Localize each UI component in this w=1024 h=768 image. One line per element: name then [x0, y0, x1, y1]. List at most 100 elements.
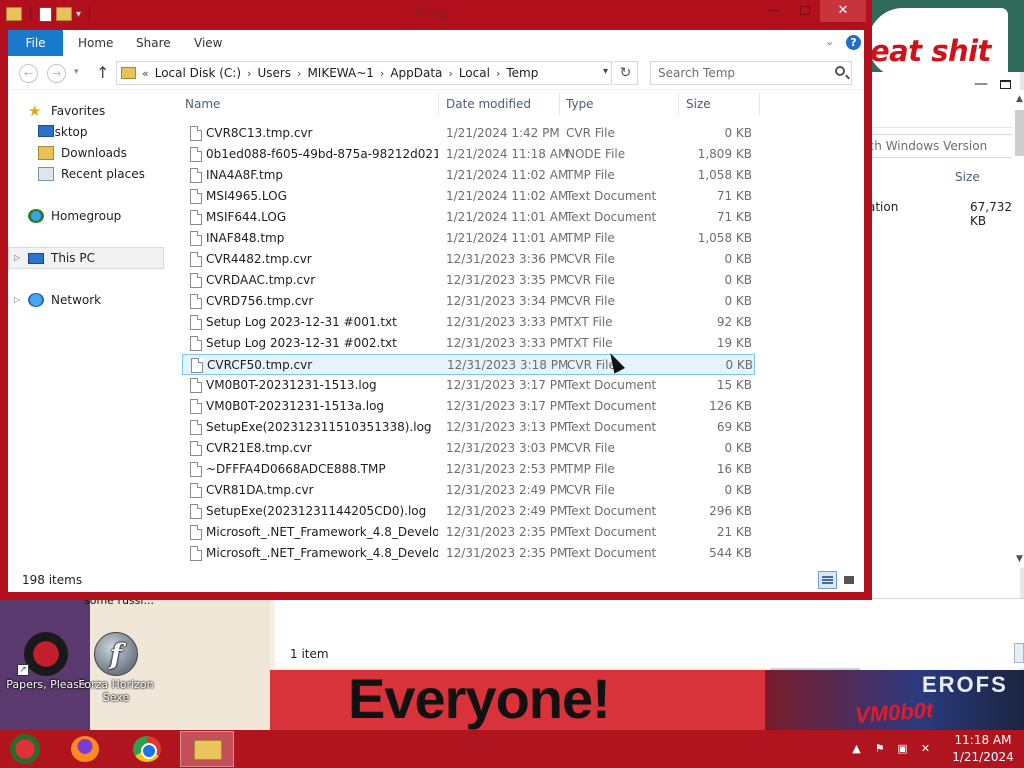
- column-header-date[interactable]: Date modified: [446, 97, 531, 111]
- table-row[interactable]: CVR8C13.tmp.cvr 1/21/2024 1:42 PM CVR File…: [182, 123, 755, 144]
- up-button[interactable]: ↑: [96, 63, 109, 82]
- column-header-name[interactable]: Name: [185, 97, 220, 111]
- properties-icon[interactable]: [39, 6, 52, 22]
- table-row[interactable]: INA4A8F.tmp 1/21/2024 11:02 AM TMP File 1,0…: [182, 165, 755, 186]
- scroll-up-icon[interactable]: ▲: [1016, 94, 1023, 104]
- table-row[interactable]: 0b1ed088-f605-49bd-875a-98212d021c3e... 1…: [182, 144, 755, 165]
- table-row[interactable]: Microsoft_.NET_Framework_4.8_Develop... 1…: [182, 543, 755, 564]
- expand-arrow-icon[interactable]: ▷: [14, 253, 20, 262]
- table-row[interactable]: Setup Log 2023-12-31 #002.txt 12/31/2023 …: [182, 333, 755, 354]
- new-folder-icon[interactable]: [56, 7, 72, 21]
- nav-downloads[interactable]: Downloads: [38, 146, 127, 160]
- taskbar-file-explorer[interactable]: [180, 731, 234, 767]
- nav-favorites[interactable]: ★ Favorites: [28, 103, 105, 119]
- file-type: CVR File: [566, 441, 615, 455]
- table-row[interactable]: CVRDAAC.tmp.cvr 12/31/2023 3:35 PM CVR Fil…: [182, 270, 755, 291]
- show-hidden-icons-icon[interactable]: ▲: [850, 742, 863, 755]
- column-header-size[interactable]: Size: [686, 97, 711, 111]
- table-row[interactable]: MSIF644.LOG 1/21/2024 11:01 AM Text Docume…: [182, 207, 755, 228]
- nav-recent-places[interactable]: Recent places: [38, 167, 145, 181]
- chevron-right-icon[interactable]: ›: [247, 67, 251, 80]
- network-status-icon[interactable]: ▣: [896, 742, 909, 755]
- action-center-flag-icon[interactable]: ⚑: [873, 742, 886, 755]
- table-row[interactable]: SetupExe(202312311510351338).log 12/31/20…: [182, 417, 755, 438]
- table-row[interactable]: VM0B0T-20231231-1513a.log 12/31/2023 3:17…: [182, 396, 755, 417]
- table-row[interactable]: CVR4482.tmp.cvr 12/31/2023 3:36 PM CVR Fil…: [182, 249, 755, 270]
- nav-homegroup[interactable]: Homegroup: [28, 209, 121, 223]
- minimize-button[interactable]: —: [974, 76, 988, 92]
- tab-share[interactable]: Share: [136, 30, 171, 56]
- breadcrumb-users[interactable]: Users: [257, 66, 291, 80]
- search-input[interactable]: Search Temp: [650, 61, 852, 85]
- expand-ribbon-icon[interactable]: ⌄: [825, 35, 834, 48]
- file-name[interactable]: ation: [868, 200, 898, 214]
- address-bar[interactable]: « Local Disk (C:) › Users › MIKEWA~1 › A…: [116, 61, 612, 85]
- tab-view[interactable]: View: [194, 30, 222, 56]
- volume-muted-icon[interactable]: ✕: [919, 742, 932, 755]
- chevron-right-icon[interactable]: ›: [496, 67, 500, 80]
- column-divider[interactable]: [678, 93, 679, 115]
- table-row[interactable]: CVRCF50.tmp.cvr 12/31/2023 3:18 PM CVR Fil…: [182, 354, 755, 375]
- column-header-type[interactable]: Type: [566, 97, 594, 111]
- large-icons-view-button[interactable]: [840, 571, 858, 589]
- scroll-down-icon[interactable]: ▼: [1016, 554, 1023, 564]
- nav-desktop[interactable]: Desktop: [38, 125, 88, 139]
- maximize-button[interactable]: [792, 0, 818, 22]
- nav-this-pc[interactable]: This PC: [28, 251, 95, 265]
- breadcrumb-local[interactable]: Local: [459, 66, 490, 80]
- breadcrumb-temp[interactable]: Temp: [506, 66, 538, 80]
- chevron-right-icon[interactable]: ›: [448, 67, 452, 80]
- recent-locations-icon[interactable]: ▾: [74, 67, 79, 77]
- column-divider[interactable]: [438, 93, 439, 115]
- close-button[interactable]: ✕: [820, 0, 866, 22]
- details-view-button[interactable]: [818, 571, 837, 589]
- address-dropdown-icon[interactable]: ▾: [603, 66, 608, 77]
- back-button[interactable]: ←: [19, 64, 38, 83]
- tab-file[interactable]: File: [8, 30, 63, 56]
- refresh-button[interactable]: ↻: [614, 61, 638, 85]
- background-explorer-window[interactable]: — rch Windows Version Size ation 67,732 …: [860, 72, 1024, 670]
- desktop-icon: [38, 125, 54, 137]
- table-row[interactable]: CVR21E8.tmp.cvr 12/31/2023 3:03 PM CVR Fil…: [182, 438, 755, 459]
- forward-button[interactable]: →: [47, 64, 66, 83]
- table-row[interactable]: Microsoft_.NET_Framework_4.8_Develop... 1…: [182, 522, 755, 543]
- table-row[interactable]: SetupExe(20231231144205CD0).log 12/31/202…: [182, 501, 755, 522]
- file-name: MSI4965.LOG: [206, 189, 287, 203]
- background-search-input[interactable]: rch Windows Version: [860, 134, 1024, 158]
- ribbon-tabs: File Home Share View ⌄ ?: [8, 30, 864, 56]
- breadcrumb-local-disk[interactable]: Local Disk (C:): [155, 66, 241, 80]
- scrollbar-thumb[interactable]: [1015, 110, 1024, 156]
- title-bar[interactable]: ▾ Temp — ✕: [0, 0, 872, 30]
- vertical-scrollbar[interactable]: ▲ ▼: [1012, 90, 1024, 568]
- table-row[interactable]: VM0B0T-20231231-1513.log 12/31/2023 3:17 …: [182, 375, 755, 396]
- taskbar-clock[interactable]: 11:18 AM 1/21/2024: [948, 732, 1018, 766]
- table-row[interactable]: ~DFFFA4D0668ADCE888.TMP 12/31/2023 2:53 P…: [182, 459, 755, 480]
- help-icon[interactable]: ?: [846, 35, 861, 50]
- chevron-right-icon[interactable]: ›: [380, 67, 384, 80]
- minimize-button[interactable]: —: [760, 0, 788, 22]
- table-row[interactable]: MSI4965.LOG 1/21/2024 11:02 AM Text Docume…: [182, 186, 755, 207]
- desktop-icon-forza[interactable]: f Forza Horizon Sexe: [70, 632, 162, 704]
- expand-arrow-icon[interactable]: ▷: [14, 295, 20, 304]
- table-row[interactable]: CVR81DA.tmp.cvr 12/31/2023 2:49 PM CVR Fil…: [182, 480, 755, 501]
- file-icon: [190, 231, 202, 246]
- breadcrumb-user[interactable]: MIKEWA~1: [307, 66, 373, 80]
- customize-toolbar-icon[interactable]: ▾: [76, 9, 81, 20]
- table-row[interactable]: Setup Log 2023-12-31 #001.txt 12/31/2023 …: [182, 312, 755, 333]
- details-view-button[interactable]: [1014, 643, 1024, 663]
- start-button[interactable]: [10, 734, 40, 764]
- chevron-right-icon[interactable]: ›: [297, 67, 301, 80]
- column-divider[interactable]: [759, 93, 760, 115]
- table-row[interactable]: INAF848.tmp 1/21/2024 11:01 AM TMP File 1,0…: [182, 228, 755, 249]
- maximize-button[interactable]: [1000, 80, 1011, 89]
- computer-icon: [28, 252, 44, 264]
- tab-home[interactable]: Home: [78, 30, 113, 56]
- table-row[interactable]: CVRD756.tmp.cvr 12/31/2023 3:34 PM CVR Fil…: [182, 291, 755, 312]
- taskbar-chrome[interactable]: [120, 731, 174, 767]
- breadcrumb-appdata[interactable]: AppData: [390, 66, 442, 80]
- column-header-size[interactable]: Size: [955, 170, 980, 184]
- column-divider[interactable]: [559, 93, 560, 115]
- nav-network[interactable]: Network: [28, 293, 101, 307]
- address-overflow[interactable]: «: [142, 67, 149, 80]
- taskbar-firefox[interactable]: [58, 731, 112, 767]
